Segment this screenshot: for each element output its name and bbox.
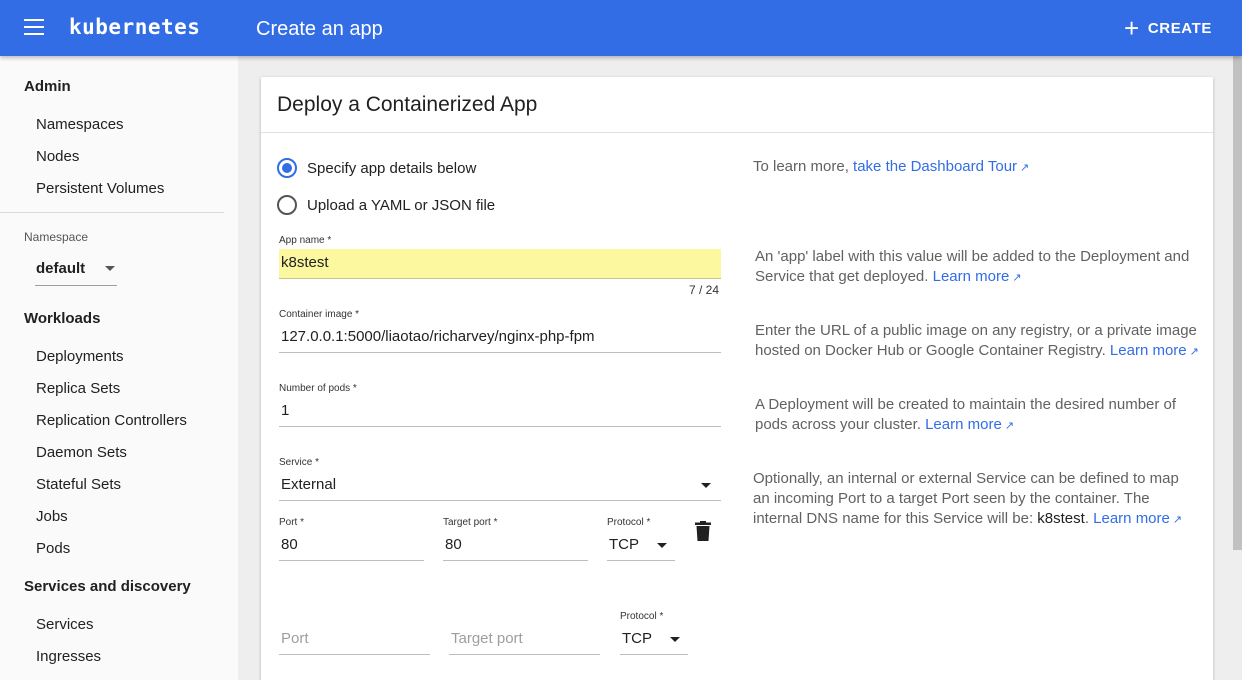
sidebar-item-deployments[interactable]: Deployments — [36, 348, 124, 365]
sidebar-item-services[interactable]: Services — [36, 616, 94, 633]
sidebar-section-workloads[interactable]: Workloads — [24, 310, 100, 327]
app-name-counter: 7 / 24 — [688, 283, 719, 297]
open-in-new-icon[interactable]: ↗ — [1020, 158, 1029, 178]
learn-more-link[interactable]: Learn more — [933, 268, 1010, 285]
chevron-down-icon[interactable] — [670, 637, 680, 642]
sidebar-item-replication-controllers[interactable]: Replication Controllers — [36, 412, 187, 429]
create-button-label: CREATE — [1147, 19, 1212, 37]
protocol-label: Protocol * — [607, 517, 651, 528]
sidebar-item-nodes[interactable]: Nodes — [36, 148, 79, 165]
page-scrollbar[interactable] — [1233, 56, 1242, 550]
namespace-value: default — [36, 260, 86, 277]
sidebar-divider — [0, 212, 224, 213]
protocol-value: TCP — [622, 630, 652, 647]
radio-upload-file[interactable]: Upload a YAML or JSON file — [277, 195, 495, 215]
sidebar-item-ingresses[interactable]: Ingresses — [36, 648, 101, 665]
radio-unchecked-icon[interactable] — [277, 195, 297, 215]
sidebar-item-daemon-sets[interactable]: Daemon Sets — [36, 444, 127, 461]
sidebar-item-jobs[interactable]: Jobs — [36, 508, 68, 525]
learn-more-link[interactable]: Learn more — [1110, 342, 1187, 359]
sidebar-item-persistent-volumes[interactable]: Persistent Volumes — [36, 180, 164, 197]
radio-checked-icon[interactable] — [277, 158, 297, 178]
help-tour: To learn more, take the Dashboard Tour ↗ — [753, 157, 1197, 178]
open-in-new-icon[interactable]: ↗ — [1005, 416, 1014, 436]
container-image-input[interactable]: 127.0.0.1:5000/liaotao/richarvey/nginx-p… — [279, 323, 721, 353]
open-in-new-icon[interactable]: ↗ — [1173, 510, 1182, 530]
card-divider — [261, 132, 1213, 133]
container-image-label: Container image * — [279, 309, 360, 320]
service-dns-name: k8stest — [1037, 510, 1085, 527]
app-name-input[interactable]: k8stest — [279, 249, 721, 279]
delete-icon[interactable] — [695, 521, 711, 541]
radio-specify-details[interactable]: Specify app details below — [277, 158, 476, 178]
deploy-card: Deploy a Containerized App Specify app d… — [261, 77, 1213, 680]
sidebar-section-services[interactable]: Services and discovery — [24, 578, 191, 595]
radio-label: Upload a YAML or JSON file — [307, 196, 496, 214]
protocol-value: TCP — [609, 536, 639, 553]
add-icon: + — [1124, 13, 1140, 43]
learn-more-link[interactable]: Learn more — [925, 416, 1002, 433]
radio-label: Specify app details below — [307, 159, 477, 177]
help-service: Optionally, an internal or external Serv… — [753, 469, 1197, 530]
pods-label: Number of pods * — [279, 383, 357, 394]
service-label: Service * — [279, 457, 320, 468]
service-value: External — [281, 476, 337, 493]
sidebar: Admin Namespaces Nodes Persistent Volume… — [0, 56, 238, 680]
dashboard-tour-link[interactable]: take the Dashboard Tour — [853, 158, 1017, 175]
help-image: Enter the URL of a public image on any r… — [755, 321, 1199, 362]
pods-input[interactable]: 1 — [279, 397, 721, 427]
kubernetes-logo[interactable]: kubernetes — [69, 15, 200, 39]
help-pods: A Deployment will be created to maintain… — [755, 395, 1199, 436]
open-in-new-icon[interactable]: ↗ — [1190, 342, 1199, 362]
open-in-new-icon[interactable]: ↗ — [1012, 268, 1021, 288]
service-select[interactable]: External — [279, 471, 721, 501]
sidebar-section-admin[interactable]: Admin — [24, 78, 71, 95]
top-app-bar: kubernetes Create an app + CREATE — [0, 0, 1242, 56]
target-port-input[interactable]: 80 — [443, 531, 588, 561]
target-port-label: Target port * — [443, 517, 498, 528]
target-port-input-empty[interactable]: Target port — [449, 625, 600, 655]
port-label: Port * — [279, 517, 305, 528]
protocol-label: Protocol * — [620, 611, 664, 622]
port-input-empty[interactable]: Port — [279, 625, 430, 655]
help-tour-text: To learn more, — [753, 158, 849, 175]
chevron-down-icon[interactable] — [657, 543, 667, 548]
port-input[interactable]: 80 — [279, 531, 424, 561]
page-title: Create an app — [256, 18, 383, 40]
learn-more-link[interactable]: Learn more — [1093, 510, 1170, 527]
chevron-down-icon[interactable] — [701, 483, 711, 488]
sidebar-item-stateful-sets[interactable]: Stateful Sets — [36, 476, 121, 493]
sidebar-item-namespaces[interactable]: Namespaces — [36, 116, 124, 133]
help-app-name: An 'app' label with this value will be a… — [755, 247, 1199, 288]
create-button[interactable]: + CREATE — [1124, 13, 1212, 43]
namespace-label: Namespace — [24, 230, 89, 244]
chevron-down-icon — [105, 266, 115, 271]
sidebar-item-replica-sets[interactable]: Replica Sets — [36, 380, 120, 397]
sidebar-item-pods[interactable]: Pods — [36, 540, 70, 557]
menu-icon[interactable] — [24, 19, 44, 35]
app-name-label: App name * — [279, 235, 332, 246]
card-title: Deploy a Containerized App — [277, 93, 538, 116]
namespace-select[interactable]: default — [35, 254, 117, 286]
